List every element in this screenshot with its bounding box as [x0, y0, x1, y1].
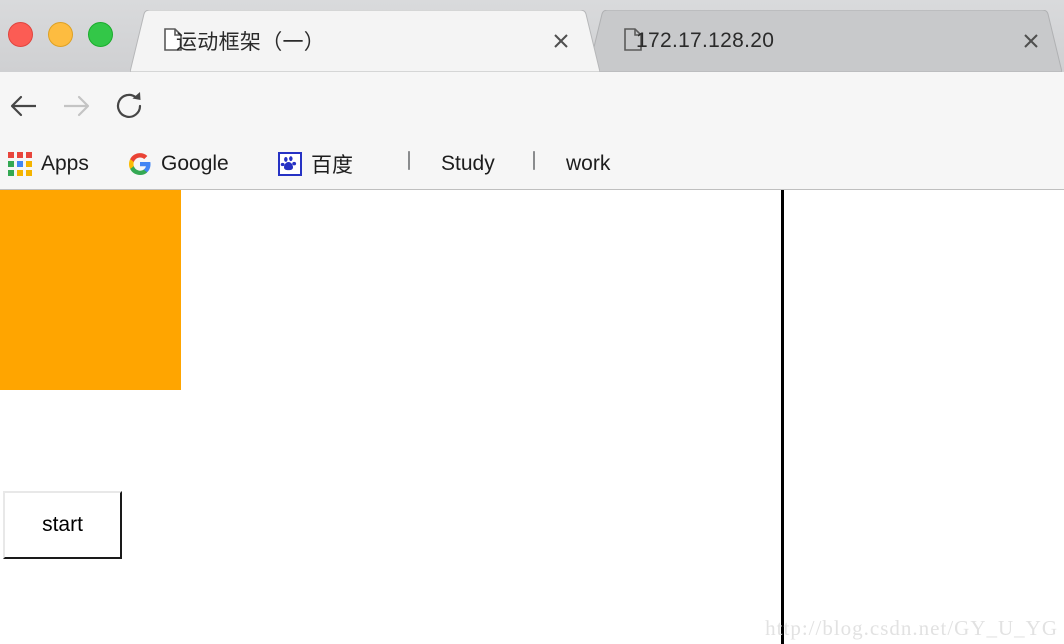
baidu-paw-icon: [278, 151, 302, 176]
target-line: [781, 190, 784, 644]
bookmark-work[interactable]: work: [533, 138, 610, 189]
folder-icon: [533, 150, 557, 176]
tab-strip: 运动框架（一） 172.17.128.20: [0, 0, 1064, 72]
window-minimize-button[interactable]: [48, 22, 73, 47]
tab-body: 172.17.128.20: [588, 10, 1062, 72]
tab-172-17-128-20[interactable]: 172.17.128.20: [588, 10, 1062, 72]
window-close-button[interactable]: [8, 22, 33, 47]
close-icon[interactable]: [550, 30, 572, 52]
arrow-right-icon: [64, 95, 90, 117]
apps-grid-icon: [8, 151, 32, 176]
bookmark-google[interactable]: Google: [128, 138, 229, 189]
tab-body: 运动框架（一）: [130, 10, 600, 72]
bookmark-apps[interactable]: Apps: [8, 138, 89, 189]
browser-window: 运动框架（一） 172.17.128.20 Apps Google 百度 Stu…: [0, 0, 1064, 644]
reload-icon[interactable]: [112, 88, 148, 124]
arrow-left-icon[interactable]: [6, 88, 42, 124]
start-button[interactable]: start: [3, 491, 122, 559]
google-g-icon: [128, 152, 152, 176]
bookmark-label: Study: [441, 151, 495, 175]
bookmark-study[interactable]: Study: [408, 138, 495, 189]
watermark-text: http://blog.csdn.net/GY_U_YG: [765, 616, 1058, 640]
bookmark-label: work: [566, 151, 611, 175]
page-viewport: start http://blog.csdn.net/GY_U_YG: [0, 190, 1064, 644]
window-maximize-button[interactable]: [88, 22, 113, 47]
tab-title: 运动框架（一）: [176, 30, 326, 54]
bookmark-label: Apps: [41, 151, 89, 175]
orange-moving-box: [0, 190, 181, 390]
close-icon[interactable]: [1020, 30, 1042, 52]
tab-motion-framework[interactable]: 运动框架（一）: [130, 10, 600, 72]
window-controls: [8, 22, 118, 48]
navigation-toolbar: 172.17.128.20/motion/motion1.html: [0, 72, 1064, 202]
tab-title: 172.17.128.20: [636, 29, 775, 52]
bookmark-baidu[interactable]: 百度: [278, 138, 353, 189]
bookmarks-bar: Apps Google 百度 Study work: [0, 138, 1064, 190]
bookmark-label: 百度: [311, 152, 353, 177]
bookmark-label: Google: [161, 151, 229, 175]
browser-chrome: 运动框架（一） 172.17.128.20 Apps Google 百度 Stu…: [0, 0, 1064, 202]
folder-icon: [408, 150, 432, 176]
